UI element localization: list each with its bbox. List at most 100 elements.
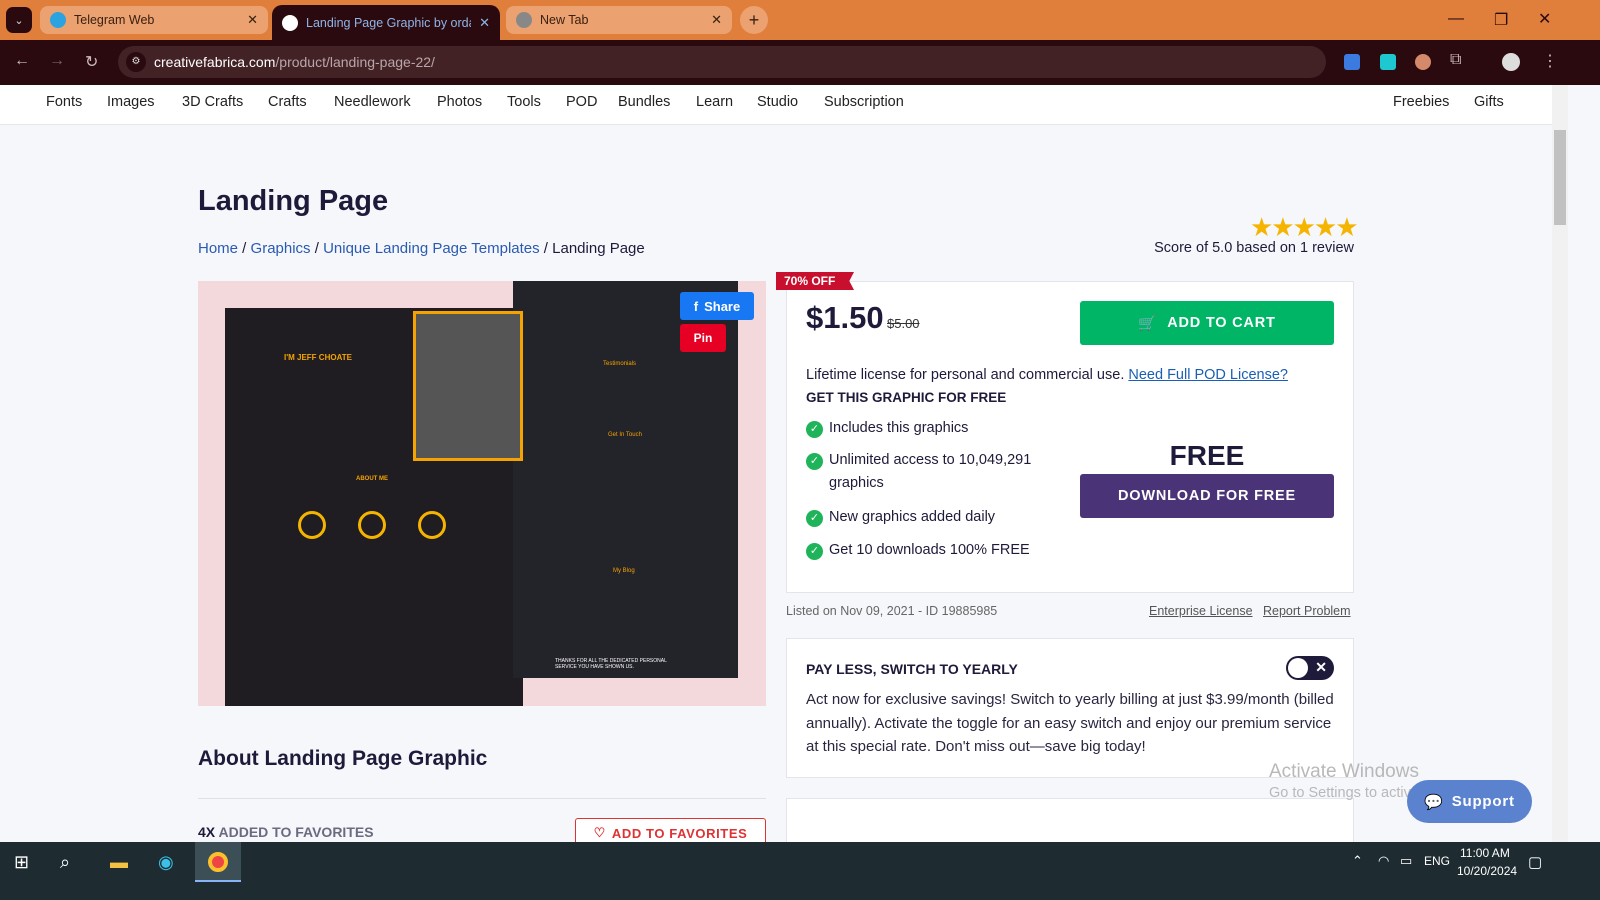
facebook-icon: f [693, 298, 699, 314]
pod-license-link[interactable]: Need Full POD License? [1128, 367, 1288, 383]
nav-bundles[interactable]: Bundles [618, 94, 670, 110]
rating-stars: ★★★★★ [1250, 212, 1359, 242]
scrollbar-thumb[interactable] [1554, 130, 1566, 225]
menu-icon[interactable]: ⋮ [1542, 51, 1558, 71]
chrome-icon [516, 12, 532, 28]
language-indicator[interactable]: ENG [1424, 854, 1450, 868]
feature-item: ✓ Unlimited access to 10,049,291 graphics [806, 449, 1056, 495]
nav-freebies[interactable]: Freebies [1393, 94, 1449, 110]
activate-windows-watermark: Activate Windows [1269, 761, 1419, 782]
tab-title: Landing Page Graphic by ordair [306, 15, 471, 30]
chat-icon: 💬 [1424, 793, 1444, 811]
tray-chevron-icon[interactable]: ⌃ [1352, 853, 1363, 869]
clock-time[interactable]: 11:00 AM [1460, 846, 1510, 860]
tab-title: New Tab [540, 13, 589, 27]
divider [198, 798, 766, 799]
support-button[interactable]: 💬 Support [1407, 780, 1532, 823]
chrome-taskbar-button[interactable] [195, 842, 241, 882]
tab-title: Telegram Web [74, 13, 155, 27]
windows-start-icon[interactable]: ⊞ [14, 852, 29, 873]
page-title: Landing Page [198, 185, 389, 217]
clock-date[interactable]: 10/20/2024 [1457, 864, 1517, 878]
preview-text: Get In Touch [608, 432, 642, 438]
check-icon: ✓ [806, 543, 823, 560]
reload-icon[interactable]: ↻ [85, 52, 98, 72]
price: $1.50 [806, 300, 884, 335]
check-icon: ✓ [806, 453, 823, 470]
notifications-icon[interactable]: ▢ [1528, 853, 1542, 871]
tab-landing-page[interactable]: Landing Page Graphic by ordair ✕ [272, 5, 500, 40]
breadcrumb-home[interactable]: Home [198, 240, 238, 257]
nav-gifts[interactable]: Gifts [1474, 94, 1504, 110]
battery-icon[interactable]: ▭ [1400, 853, 1412, 869]
tab-new-tab[interactable]: New Tab ✕ [506, 6, 732, 34]
feature-text: Includes this graphics [829, 420, 969, 436]
facebook-share-button[interactable]: f Share [680, 292, 754, 320]
add-to-cart-button[interactable]: 🛒 ADD TO CART [1080, 301, 1334, 345]
listed-info: Listed on Nov 09, 2021 - ID 19885985 [786, 604, 998, 618]
nav-3d-crafts[interactable]: 3D Crafts [182, 94, 243, 110]
creative-fabrica-icon [282, 14, 298, 31]
feature-item: ✓ Get 10 downloads 100% FREE [806, 539, 1056, 562]
close-tab-icon[interactable]: ✕ [711, 12, 722, 28]
download-free-button[interactable]: DOWNLOAD FOR FREE [1080, 474, 1334, 518]
site-nav: Fonts Images 3D Crafts Crafts Needlework… [0, 85, 1552, 125]
site-info-icon[interactable]: ⚙ [126, 52, 146, 72]
nav-studio[interactable]: Studio [757, 94, 798, 110]
edge-icon[interactable]: ◉ [158, 852, 174, 873]
old-price: $5.00 [887, 316, 920, 331]
translate-extension-icon[interactable] [1344, 54, 1360, 70]
free-label: FREE [1169, 440, 1245, 471]
pinterest-pin-button[interactable]: Pin [680, 324, 726, 352]
nav-pod[interactable]: POD [566, 94, 597, 110]
breadcrumb-graphics[interactable]: Graphics [251, 240, 311, 257]
url-domain: creativefabrica.com [154, 54, 276, 70]
fav-count: 4X [198, 824, 216, 840]
profile-avatar[interactable] [1502, 53, 1520, 71]
restore-button[interactable]: ❐ [1494, 10, 1508, 30]
new-tab-button[interactable]: + [740, 6, 768, 34]
cart-icon: 🛒 [1138, 315, 1158, 332]
extension-icon[interactable] [1415, 54, 1431, 70]
extension-icon[interactable] [1380, 54, 1396, 70]
nav-crafts[interactable]: Crafts [268, 94, 307, 110]
nav-needlework[interactable]: Needlework [334, 94, 411, 110]
close-tab-icon[interactable]: ✕ [479, 15, 490, 31]
breadcrumb: Home / Graphics / Unique Landing Page Te… [198, 240, 645, 257]
minimize-button[interactable]: — [1448, 10, 1464, 28]
network-icon[interactable]: ◠ [1378, 853, 1389, 869]
breadcrumb-current: Landing Page [552, 240, 645, 257]
file-explorer-icon[interactable]: ▬ [110, 852, 128, 873]
yearly-toggle[interactable]: ✕ [1286, 656, 1334, 680]
telegram-icon [50, 12, 66, 28]
feature-text: New graphics added daily [829, 509, 996, 525]
close-icon: ✕ [1315, 659, 1327, 675]
nav-tools[interactable]: Tools [507, 94, 541, 110]
nav-learn[interactable]: Learn [696, 94, 733, 110]
back-icon[interactable]: ← [14, 52, 30, 70]
breadcrumb-category[interactable]: Unique Landing Page Templates [323, 240, 540, 257]
close-window-button[interactable]: ✕ [1538, 9, 1551, 29]
address-bar[interactable]: ⚙ creativefabrica.com/product/landing-pa… [118, 46, 1326, 78]
preview-text: THANKS FOR ALL THE DEDICATED PERSONAL SE… [555, 658, 667, 670]
yearly-description: Act now for exclusive savings! Switch to… [806, 691, 1334, 755]
forward-icon[interactable]: → [49, 52, 65, 70]
tab-telegram[interactable]: Telegram Web ✕ [40, 6, 268, 34]
close-tab-icon[interactable]: ✕ [247, 12, 258, 28]
tab-search-button[interactable]: ⌄ [6, 7, 32, 33]
share-label: Share [704, 298, 741, 314]
enterprise-license-link[interactable]: Enterprise License [1149, 604, 1253, 618]
about-heading: About Landing Page Graphic [198, 747, 488, 770]
heart-icon: ♡ [593, 825, 606, 840]
nav-subscription[interactable]: Subscription [824, 94, 904, 110]
favorites-count: 4X ADDED TO FAVORITES [198, 824, 374, 840]
check-icon: ✓ [806, 421, 823, 438]
nav-images[interactable]: Images [107, 94, 155, 110]
rating-score: Score of 5.0 based on 1 review [1154, 240, 1354, 256]
search-icon[interactable]: ⌕ [60, 852, 70, 873]
extensions-puzzle-icon[interactable]: ⧉ [1450, 51, 1461, 69]
nav-photos[interactable]: Photos [437, 94, 482, 110]
tab-strip: ⌄ Telegram Web ✕ Landing Page Graphic by … [0, 0, 1600, 40]
nav-fonts[interactable]: Fonts [46, 94, 82, 110]
report-problem-link[interactable]: Report Problem [1263, 604, 1351, 618]
